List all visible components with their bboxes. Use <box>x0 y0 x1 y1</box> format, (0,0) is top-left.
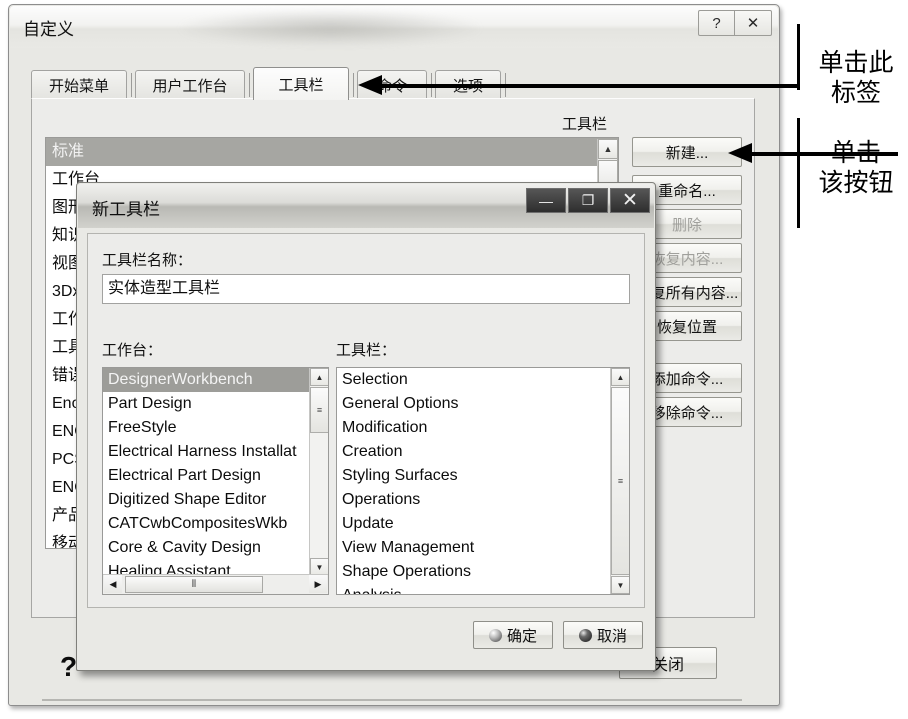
annotation-arrow-2-head <box>728 143 752 163</box>
help-icon[interactable]: ? <box>698 10 735 36</box>
list-item[interactable]: Electrical Part Design <box>103 464 311 488</box>
toolbar-listbox[interactable]: Selection General Options Modification Crea… <box>336 367 630 595</box>
workbench-listbox[interactable]: DesignerWorkbench Part Design FreeStyle Ele… <box>102 367 329 595</box>
new-toolbar-titlebar-buttons: — ❐ ✕ <box>526 188 650 213</box>
list-item[interactable]: Analysis <box>337 584 611 594</box>
list-item[interactable]: Operations <box>337 488 611 512</box>
scroll-left-icon[interactable]: ◀ <box>104 575 122 593</box>
cancel-sphere-icon <box>578 628 592 642</box>
toolbar-name-input[interactable]: 实体造型工具栏 <box>102 274 630 304</box>
panel-divider <box>42 699 742 701</box>
scroll-up-icon[interactable]: ▲ <box>310 368 328 386</box>
new-toolbar-dialog-title: 新工具栏 <box>92 200 160 219</box>
toolbars-panel-label: 工具栏 <box>562 116 608 133</box>
list-item[interactable]: Modification <box>337 416 611 440</box>
annotation-connector-1 <box>797 24 800 90</box>
titlebar-button-group: ? ✕ <box>698 10 772 36</box>
list-item[interactable]: Selection <box>337 368 611 392</box>
tab-label: 用户工作台 <box>152 77 228 95</box>
toolbar-list-vscrollbar[interactable]: ▲ ≡ ▼ <box>610 368 629 594</box>
annotation-arrow-1-head <box>358 75 382 95</box>
hscroll-thumb[interactable]: ⦀ <box>125 576 263 593</box>
list-item[interactable]: Shape Operations <box>337 560 611 584</box>
list-item[interactable]: General Options <box>337 392 611 416</box>
list-item[interactable]: DesignerWorkbench <box>103 368 311 392</box>
tab-label: 工具栏 <box>278 76 324 94</box>
tab-separator <box>131 73 132 97</box>
toolbar-list-item[interactable]: 标准 <box>46 138 618 166</box>
list-item[interactable]: Styling Surfaces <box>337 464 611 488</box>
scroll-down-icon[interactable]: ▼ <box>611 576 629 594</box>
list-item[interactable]: CATCwbCompositesWkb <box>103 512 311 536</box>
list-item[interactable]: View Management <box>337 536 611 560</box>
maximize-icon[interactable]: ❐ <box>568 188 608 213</box>
new-toolbar-body: 工具栏名称： 实体造型工具栏 工作台： 工具栏： DesignerWorkben… <box>87 233 645 608</box>
scroll-up-icon[interactable]: ▲ <box>611 368 629 386</box>
workbench-list-hscrollbar[interactable]: ◀ ⦀ ▶ <box>103 574 328 594</box>
ok-button[interactable]: 确定 <box>473 621 553 649</box>
annotation-text-1: 单击此 标签 <box>818 48 894 107</box>
list-item[interactable]: Electrical Harness Installat <box>103 440 311 464</box>
new-toolbar-titlebar[interactable]: 新工具栏 — ❐ ✕ <box>78 184 654 228</box>
workbench-list-rows: DesignerWorkbench Part Design FreeStyle Ele… <box>103 368 311 584</box>
ok-button-label: 确定 <box>506 627 537 645</box>
list-item[interactable]: FreeStyle <box>103 416 311 440</box>
tab-user-workbench[interactable]: 用户工作台 <box>135 70 245 99</box>
list-item[interactable]: Digitized Shape Editor <box>103 488 311 512</box>
scroll-up-icon[interactable]: ▲ <box>598 139 618 159</box>
close-icon[interactable]: ✕ <box>610 188 650 213</box>
toolbar-list-label: 工具栏： <box>336 342 397 359</box>
customize-dialog-title: 自定义 <box>23 20 74 39</box>
cancel-button[interactable]: 取消 <box>563 621 643 649</box>
list-item[interactable]: Part Design <box>103 392 311 416</box>
scroll-thumb[interactable]: ≡ <box>611 387 629 575</box>
screenshot-root: 自定义 ? ✕ 开始菜单 用户工作台 工具栏 命令 <box>0 0 908 719</box>
ok-sphere-icon <box>488 628 502 642</box>
tab-toolbars[interactable]: 工具栏 <box>253 67 349 100</box>
tabstrip: 开始菜单 用户工作台 工具栏 命令 选项 <box>31 67 755 100</box>
minimize-icon[interactable]: — <box>526 188 566 213</box>
close-icon[interactable]: ✕ <box>735 10 772 36</box>
help-question-icon[interactable]: ? <box>60 651 77 683</box>
annotation-arrow-1-line <box>382 84 798 88</box>
tab-start-menu[interactable]: 开始菜单 <box>31 70 127 99</box>
workbench-label: 工作台： <box>102 342 163 359</box>
scroll-thumb[interactable]: ≡ <box>310 387 328 433</box>
toolbar-name-label: 工具栏名称： <box>102 252 193 269</box>
tab-separator <box>353 73 354 97</box>
workbench-list-vscrollbar[interactable]: ▲ ≡ ▼ <box>309 368 328 576</box>
list-item[interactable]: Update <box>337 512 611 536</box>
cancel-button-label: 取消 <box>596 627 627 645</box>
titlebar-smudge <box>180 10 480 46</box>
tab-label: 开始菜单 <box>48 77 109 95</box>
new-toolbar-dialog: 新工具栏 — ❐ ✕ 工具栏名称： 实体造型工具栏 工作台： 工具栏： Desi… <box>76 182 656 671</box>
toolbar-list-rows: Selection General Options Modification Crea… <box>337 368 611 594</box>
annotation-text-2: 单击 该按钮 <box>818 138 894 197</box>
list-item[interactable]: Creation <box>337 440 611 464</box>
customize-titlebar[interactable]: 自定义 ? ✕ <box>10 6 778 48</box>
annotation-connector-2 <box>797 118 800 228</box>
side-button-1[interactable]: 新建... <box>632 137 742 167</box>
list-item[interactable]: Core & Cavity Design <box>103 536 311 560</box>
scroll-right-icon[interactable]: ▶ <box>309 575 327 593</box>
tab-separator <box>249 73 250 97</box>
